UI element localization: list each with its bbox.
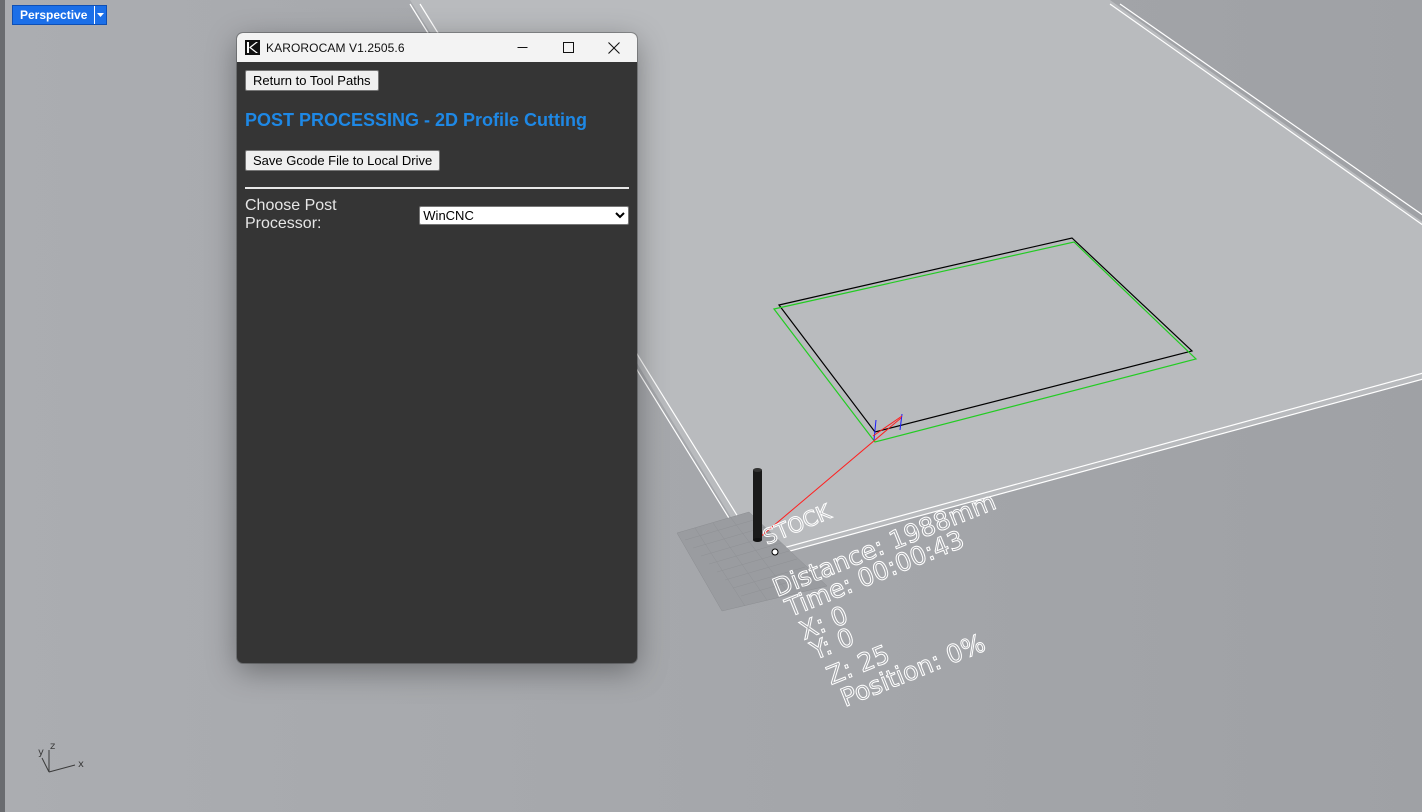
chevron-down-icon: [615, 211, 625, 218]
post-processor-select[interactable]: WinCNC: [419, 205, 629, 225]
close-icon[interactable]: [591, 33, 637, 62]
window-title: KAROROCAM V1.2505.6: [266, 40, 405, 55]
scene-canvas[interactable]: STOCK Distance: 1988mm Time: 00:00:43 X:…: [5, 0, 1422, 812]
perspective-viewport[interactable]: STOCK Distance: 1988mm Time: 00:00:43 X:…: [0, 0, 1422, 812]
viewport-name-label[interactable]: Perspective: [13, 6, 94, 24]
window-titlebar[interactable]: KAROROCAM V1.2505.6: [237, 33, 637, 62]
page-heading: POST PROCESSING - 2D Profile Cutting: [245, 110, 588, 130]
return-to-tool-paths-button[interactable]: Return to Tool Paths: [245, 70, 379, 91]
section-divider: [245, 187, 629, 189]
chevron-down-icon[interactable]: [94, 6, 106, 24]
post-processor-value: WinCNC: [423, 207, 474, 223]
window-content: Return to Tool Paths POST PROCESSING - 2…: [237, 62, 637, 233]
save-gcode-button[interactable]: Save Gcode File to Local Drive: [245, 150, 441, 171]
post-processor-label: Choose Post Processor:: [245, 197, 337, 232]
viewport-name-tab[interactable]: Perspective: [12, 5, 108, 25]
axis-z-label: z: [50, 741, 55, 752]
post-processor-row: Choose Post Processor: WinCNC: [245, 197, 629, 233]
origin-point: [771, 548, 779, 556]
axis-x-label: x: [78, 759, 84, 770]
minimize-icon[interactable]: [499, 33, 545, 62]
axis-y-label: y: [38, 747, 44, 758]
karorocam-window: KAROROCAM V1.2505.6 Return to Tool Paths…: [237, 33, 637, 663]
karorocam-logo-icon: [245, 40, 260, 55]
maximize-icon[interactable]: [545, 33, 591, 62]
